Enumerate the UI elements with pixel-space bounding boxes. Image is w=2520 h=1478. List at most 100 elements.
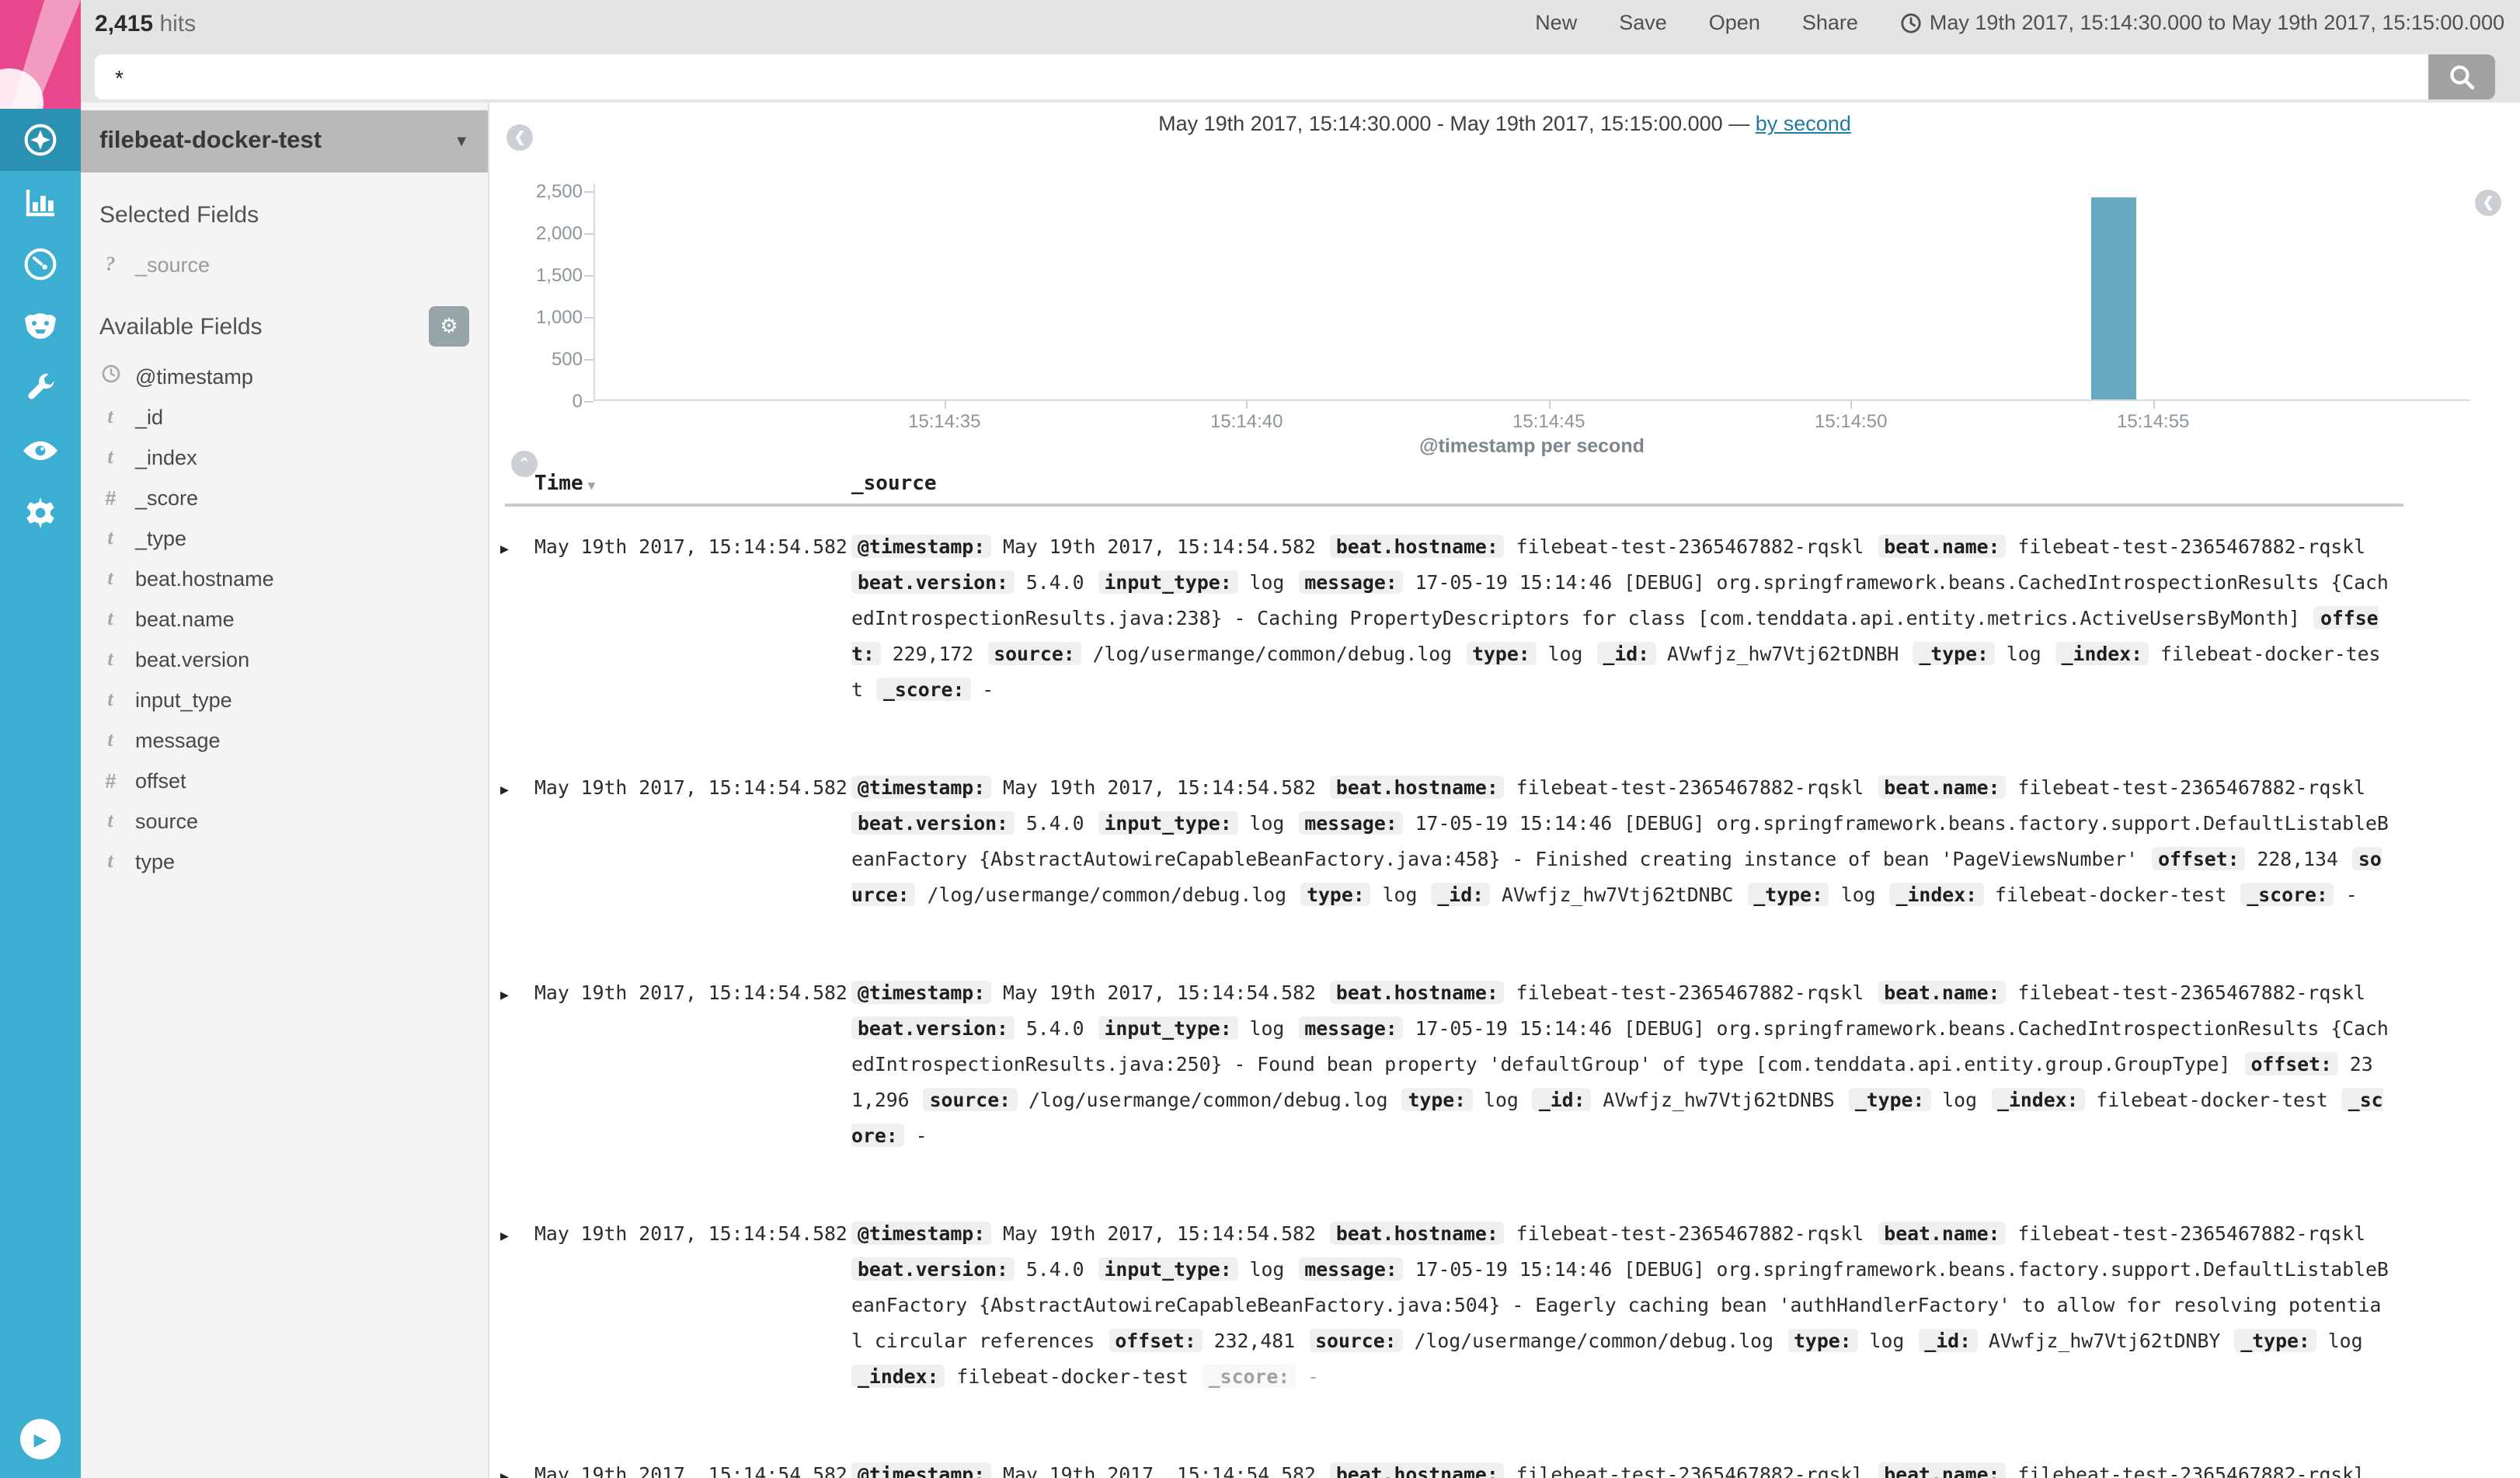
field-value: AVwfjz_hw7Vtj62tDNBC bbox=[1490, 883, 1734, 906]
expand-row-button[interactable]: ▶ bbox=[500, 1456, 534, 1478]
field-value: log bbox=[1237, 811, 1285, 835]
x-tick-mark bbox=[944, 401, 946, 409]
nav-item-visualize[interactable] bbox=[0, 171, 81, 233]
expand-row-button[interactable]: ▶ bbox=[500, 1215, 534, 1394]
x-tick-mark bbox=[1850, 401, 1853, 409]
index-pattern-selector[interactable]: filebeat-docker-test ▼ bbox=[81, 110, 488, 173]
nav-item-management[interactable] bbox=[0, 482, 81, 544]
menu-save[interactable]: Save bbox=[1619, 11, 1667, 34]
field-item-_type[interactable]: t _type bbox=[99, 518, 469, 558]
field-value-pair: _id: AVwfjz_hw7Vtj62tDNBH bbox=[1596, 642, 1899, 665]
table-row: ▶ May 19th 2017, 15:14:54.582 @timestamp: … bbox=[489, 1203, 2520, 1394]
interval-link[interactable]: by second bbox=[1756, 112, 1851, 135]
field-name: source bbox=[135, 809, 199, 832]
nav-item-monitoring[interactable] bbox=[0, 420, 81, 482]
gear-icon: ⚙ bbox=[440, 314, 458, 337]
field-value-pair: input_type: log bbox=[1098, 570, 1284, 594]
field-item-_source[interactable]: ? _source bbox=[99, 244, 469, 284]
field-value-pair: input_type: log bbox=[1098, 811, 1285, 835]
field-value-pair: _type: log bbox=[1913, 642, 2041, 665]
field-value: log bbox=[1370, 883, 1418, 906]
field-key-badge: offset: bbox=[1109, 1329, 1203, 1352]
menu-open[interactable]: Open bbox=[1709, 11, 1760, 34]
histogram-title: May 19th 2017, 15:14:30.000 - May 19th 2… bbox=[489, 112, 2520, 135]
expand-nav-button[interactable]: ▶ bbox=[20, 1419, 61, 1459]
index-pattern-name: filebeat-docker-test bbox=[99, 127, 322, 154]
x-tick-label: 15:14:55 bbox=[2116, 410, 2190, 432]
nav-item-timelion[interactable] bbox=[0, 295, 81, 357]
title-separator: — bbox=[1728, 112, 1750, 135]
field-item-_id[interactable]: t _id bbox=[99, 396, 469, 437]
field-item-@timestamp[interactable]: @timestamp bbox=[99, 356, 469, 396]
field-item-beat.name[interactable]: t beat.name bbox=[99, 598, 469, 639]
doc-table: ▶ May 19th 2017, 15:14:54.582 @timestamp: … bbox=[489, 516, 2520, 1478]
field-key-badge: beat.name: bbox=[1878, 776, 2007, 799]
field-value: filebeat-test-2365467882-rqskl bbox=[2006, 535, 2366, 558]
field-value: /log/usermange/common/debug.log bbox=[915, 883, 1287, 906]
field-item-input_type[interactable]: t input_type bbox=[99, 679, 469, 720]
time-picker[interactable]: May 19th 2017, 15:14:30.000 to May 19th … bbox=[1900, 11, 2504, 34]
field-name: _score bbox=[135, 486, 199, 509]
field-item-_index[interactable]: t _index bbox=[99, 437, 469, 477]
expand-row-button[interactable]: ▶ bbox=[500, 528, 534, 707]
field-key-badge: _id: bbox=[1532, 1088, 1592, 1111]
field-value: filebeat-test-2365467882-rqskl bbox=[1504, 535, 1864, 558]
hits-count: 2,415 bbox=[95, 11, 154, 37]
nav-item-dashboard[interactable] bbox=[0, 233, 81, 295]
nav-item-discover[interactable] bbox=[0, 109, 81, 171]
menu-share[interactable]: Share bbox=[1802, 11, 1858, 34]
field-key-badge: _type: bbox=[1848, 1088, 1931, 1111]
field-value: log bbox=[1472, 1088, 1519, 1111]
field-item-offset[interactable]: # offset bbox=[99, 760, 469, 800]
field-item-_score[interactable]: # _score bbox=[99, 477, 469, 518]
field-item-type[interactable]: t type bbox=[99, 841, 469, 881]
field-item-beat.hostname[interactable]: t beat.hostname bbox=[99, 558, 469, 598]
x-tick-mark bbox=[1548, 401, 1551, 409]
field-value: 229,172 bbox=[880, 642, 974, 665]
column-header-time[interactable]: Time ▼ bbox=[534, 472, 595, 496]
field-key-badge: message: bbox=[1298, 1257, 1404, 1281]
field-key-badge: type: bbox=[1466, 642, 1537, 665]
field-key-badge: beat.version: bbox=[851, 1016, 1015, 1040]
field-key-badge: beat.name: bbox=[1878, 1222, 2007, 1245]
field-value-pair: _index: filebeat-docker-test bbox=[1889, 883, 2226, 906]
kibana-logo[interactable] bbox=[0, 0, 81, 109]
field-value: May 19th 2017, 15:14:54.582 bbox=[991, 1462, 1316, 1478]
y-tick-mark bbox=[584, 233, 593, 235]
field-value: May 19th 2017, 15:14:54.582 bbox=[991, 535, 1316, 558]
field-key-badge: _score: bbox=[2240, 883, 2334, 906]
field-item-source[interactable]: t source bbox=[99, 800, 469, 841]
field-value: filebeat-docker-test bbox=[945, 1365, 1189, 1388]
field-value-pair: _type: log bbox=[2234, 1329, 2363, 1352]
expand-row-button[interactable]: ▶ bbox=[500, 769, 534, 912]
field-value-pair: @timestamp: May 19th 2017, 15:14:54.582 bbox=[851, 1462, 1316, 1478]
search-button[interactable] bbox=[2428, 54, 2495, 99]
field-item-message[interactable]: t message bbox=[99, 720, 469, 760]
table-row: ▶ May 19th 2017, 15:14:54.582 @timestamp: … bbox=[489, 757, 2520, 912]
x-tick-label: 15:14:50 bbox=[1815, 410, 1888, 432]
field-settings-button[interactable]: ⚙ bbox=[429, 306, 469, 347]
chart-page-left-button[interactable]: ❮ bbox=[2475, 190, 2501, 216]
field-key-badge: input_type: bbox=[1098, 811, 1238, 835]
histogram-bar-15:14:54[interactable] bbox=[2091, 197, 2136, 399]
field-value-pair: beat.name: filebeat-test-2365467882-rqsk… bbox=[1878, 535, 2365, 558]
search-input[interactable] bbox=[95, 54, 2428, 99]
field-value-pair: _type: log bbox=[1848, 1088, 1977, 1111]
gear-icon bbox=[22, 494, 59, 532]
nav-item-dev-tools[interactable] bbox=[0, 357, 81, 420]
table-row: ▶ May 19th 2017, 15:14:54.582 @timestamp: … bbox=[489, 1444, 2520, 1478]
field-value-pair: type: log bbox=[1466, 642, 1582, 665]
field-key-badge: type: bbox=[1787, 1329, 1858, 1352]
clock-icon bbox=[1900, 12, 1922, 33]
field-name: _source bbox=[135, 253, 211, 276]
field-item-beat.version[interactable]: t beat.version bbox=[99, 639, 469, 679]
y-tick-mark bbox=[584, 317, 593, 319]
field-value: 5.4.0 bbox=[1014, 1257, 1084, 1281]
bar-chart-icon bbox=[22, 183, 59, 221]
collapse-histogram-button[interactable]: ⌃ bbox=[511, 451, 538, 477]
field-key-badge: beat.name: bbox=[1878, 981, 2007, 1004]
hits-summary: 2,415 hits bbox=[95, 11, 196, 37]
expand-row-button[interactable]: ▶ bbox=[500, 974, 534, 1153]
field-key-badge: _index: bbox=[2055, 642, 2149, 665]
menu-new[interactable]: New bbox=[1535, 11, 1577, 34]
